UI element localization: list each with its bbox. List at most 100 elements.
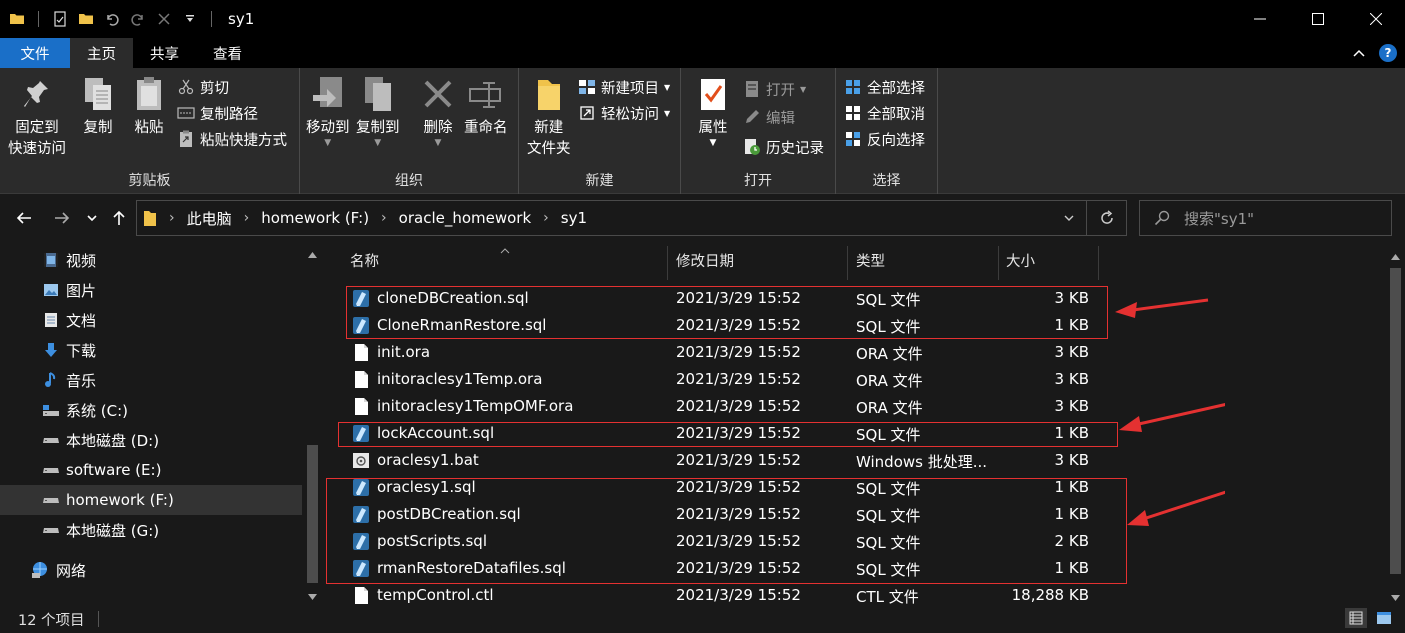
crumb-separator-icon: › [243, 210, 250, 226]
sidebar-item-videos[interactable]: 视频 [0, 245, 302, 275]
help-icon[interactable]: ? [1379, 44, 1397, 62]
sidebar-scrollbar[interactable] [304, 240, 321, 604]
tab-file[interactable]: 文件 [0, 38, 70, 68]
copy-path-button[interactable]: 复制路径 [177, 102, 258, 124]
sidebar-item-documents[interactable]: 文档 [0, 305, 302, 335]
file-row[interactable]: initoraclesy1Temp.ora 2021/3/29 15:52 ORA … [325, 366, 1385, 393]
new-item-button[interactable]: 新建项目 ▼ [578, 76, 670, 98]
crumb-drive[interactable]: homework (F:) [261, 209, 369, 227]
pin-quick-access-button[interactable]: 固定到 快速访问 [8, 74, 66, 160]
column-header-size[interactable]: 大小 [998, 240, 1098, 280]
file-modified: 2021/3/29 15:52 [676, 451, 801, 469]
search-box[interactable]: 搜索"sy1" [1139, 200, 1392, 236]
new-item-dropdown-icon[interactable]: ▼ [664, 83, 670, 92]
large-icons-view-icon[interactable] [1373, 608, 1395, 628]
file-size: 3 KB [1054, 451, 1089, 469]
sidebar-item-system-c[interactable]: 系统 (C:) [0, 395, 302, 425]
delete-quick-icon[interactable] [155, 10, 173, 28]
forward-button[interactable] [50, 204, 74, 232]
column-divider[interactable] [1098, 246, 1099, 280]
up-button[interactable] [107, 204, 131, 232]
delete-dropdown-icon[interactable]: ▼ [435, 139, 442, 148]
address-actions [1052, 201, 1126, 235]
file-row[interactable]: initoraclesy1TempOMF.ora 2021/3/29 15:52 O… [325, 393, 1385, 420]
file-list-scroll-thumb[interactable] [1390, 268, 1401, 574]
move-to-button[interactable]: 移动到 ▼ [306, 74, 350, 148]
cut-button[interactable]: 剪切 [177, 76, 229, 98]
delete-button[interactable]: 删除 ▼ [420, 74, 456, 148]
select-none-button[interactable]: 全部取消 [844, 102, 925, 124]
back-button[interactable] [12, 204, 36, 232]
column-header-type[interactable]: 类型 [848, 240, 998, 280]
maximize-button[interactable] [1289, 0, 1347, 38]
status-bar: 12 个项目 [0, 604, 1405, 633]
address-history-chevron-icon[interactable] [1052, 201, 1086, 235]
crumb-folder[interactable]: oracle_homework [399, 209, 532, 227]
sidebar-item-downloads[interactable]: 下载 [0, 335, 302, 365]
scroll-down-icon[interactable] [308, 588, 317, 604]
file-row[interactable]: oraclesy1.bat 2021/3/29 15:52 Windows 批处理.… [325, 447, 1385, 474]
search-icon [1154, 210, 1170, 226]
edit-button[interactable]: 编辑 [743, 106, 795, 128]
sidebar-scroll-thumb[interactable] [307, 445, 318, 583]
tab-home[interactable]: 主页 [70, 38, 133, 68]
address-bar[interactable]: › 此电脑 › homework (F:) › oracle_homework … [136, 200, 1127, 236]
open-button[interactable]: 打开 ▼ [743, 78, 806, 100]
sidebar-item-drive-g[interactable]: 本地磁盘 (G:) [0, 515, 302, 545]
scroll-up-icon[interactable] [1391, 248, 1400, 264]
file-list-scrollbar[interactable] [1386, 240, 1405, 604]
move-to-dropdown-icon[interactable]: ▼ [324, 139, 331, 148]
sidebar-item-drive-d[interactable]: 本地磁盘 (D:) [0, 425, 302, 455]
undo-icon[interactable] [103, 10, 121, 28]
ribbon: 固定到 快速访问 复制 粘贴 剪切 复制路径 粘贴快捷方式 剪贴板 移动到 ▼ … [0, 68, 1405, 194]
recent-locations-button[interactable] [82, 204, 102, 232]
tab-share[interactable]: 共享 [133, 38, 196, 68]
minimize-button[interactable] [1231, 0, 1289, 38]
new-folder-button[interactable]: 新建 文件夹 [527, 74, 571, 160]
paste-button[interactable]: 粘贴 [131, 74, 167, 139]
sidebar-label: 本地磁盘 (D:) [66, 431, 160, 450]
new-item-label: 新建项目 [601, 80, 659, 97]
crumb-separator-icon: › [543, 210, 549, 226]
copy-to-dropdown-icon[interactable]: ▼ [374, 139, 381, 148]
easy-access-icon [578, 104, 596, 122]
properties-icon[interactable] [51, 10, 69, 28]
crumb-current[interactable]: sy1 [561, 209, 587, 227]
column-header-name[interactable]: 名称 [342, 240, 667, 280]
close-button[interactable] [1347, 0, 1405, 38]
file-list: 名称 修改日期 类型 大小 cloneDBCreation.sql 2021/3/… [325, 240, 1405, 604]
easy-access-dropdown-icon[interactable]: ▼ [664, 109, 670, 118]
tab-view[interactable]: 查看 [196, 38, 259, 68]
refresh-icon[interactable] [1087, 201, 1126, 235]
sidebar-item-software-e[interactable]: software (E:) [0, 455, 302, 485]
sidebar-item-pictures[interactable]: 图片 [0, 275, 302, 305]
sidebar-item-homework-f[interactable]: homework (F:) [0, 485, 302, 515]
file-row[interactable]: tempControl.ctl 2021/3/29 15:52 CTL 文件 18,2… [325, 582, 1385, 604]
column-header-modified[interactable]: 修改日期 [668, 240, 848, 280]
redo-icon[interactable] [129, 10, 147, 28]
easy-access-button[interactable]: 轻松访问 ▼ [578, 102, 670, 124]
open-icon [743, 80, 761, 98]
sidebar-item-network[interactable]: 网络 [0, 555, 302, 585]
delete-icon [420, 74, 456, 114]
paste-icon [131, 74, 167, 114]
properties-dropdown-icon[interactable]: ▼ [710, 139, 717, 148]
crumb-this-pc[interactable]: 此电脑 [187, 208, 232, 229]
details-view-icon[interactable] [1345, 608, 1367, 628]
properties-button[interactable]: 属性 ▼ [695, 74, 731, 148]
file-row[interactable]: init.ora 2021/3/29 15:52 ORA 文件 3 KB [325, 339, 1385, 366]
copy-to-button[interactable]: 复制到 ▼ [356, 74, 400, 148]
open-dropdown-icon[interactable]: ▼ [800, 85, 806, 94]
paste-shortcut-button[interactable]: 粘贴快捷方式 [177, 128, 287, 150]
sidebar-item-music[interactable]: 音乐 [0, 365, 302, 395]
select-all-button[interactable]: 全部选择 [844, 76, 925, 98]
copy-button[interactable]: 复制 [80, 74, 116, 139]
history-button[interactable]: 历史记录 [743, 136, 824, 158]
customize-toolbar-icon[interactable] [181, 10, 199, 28]
collapse-ribbon-icon[interactable] [1353, 45, 1365, 61]
scroll-up-icon[interactable] [308, 246, 317, 262]
scroll-down-icon[interactable] [1391, 589, 1400, 604]
new-folder-quick-icon[interactable] [77, 10, 95, 28]
rename-button[interactable]: 重命名 [464, 74, 508, 139]
invert-selection-button[interactable]: 反向选择 [844, 128, 925, 150]
